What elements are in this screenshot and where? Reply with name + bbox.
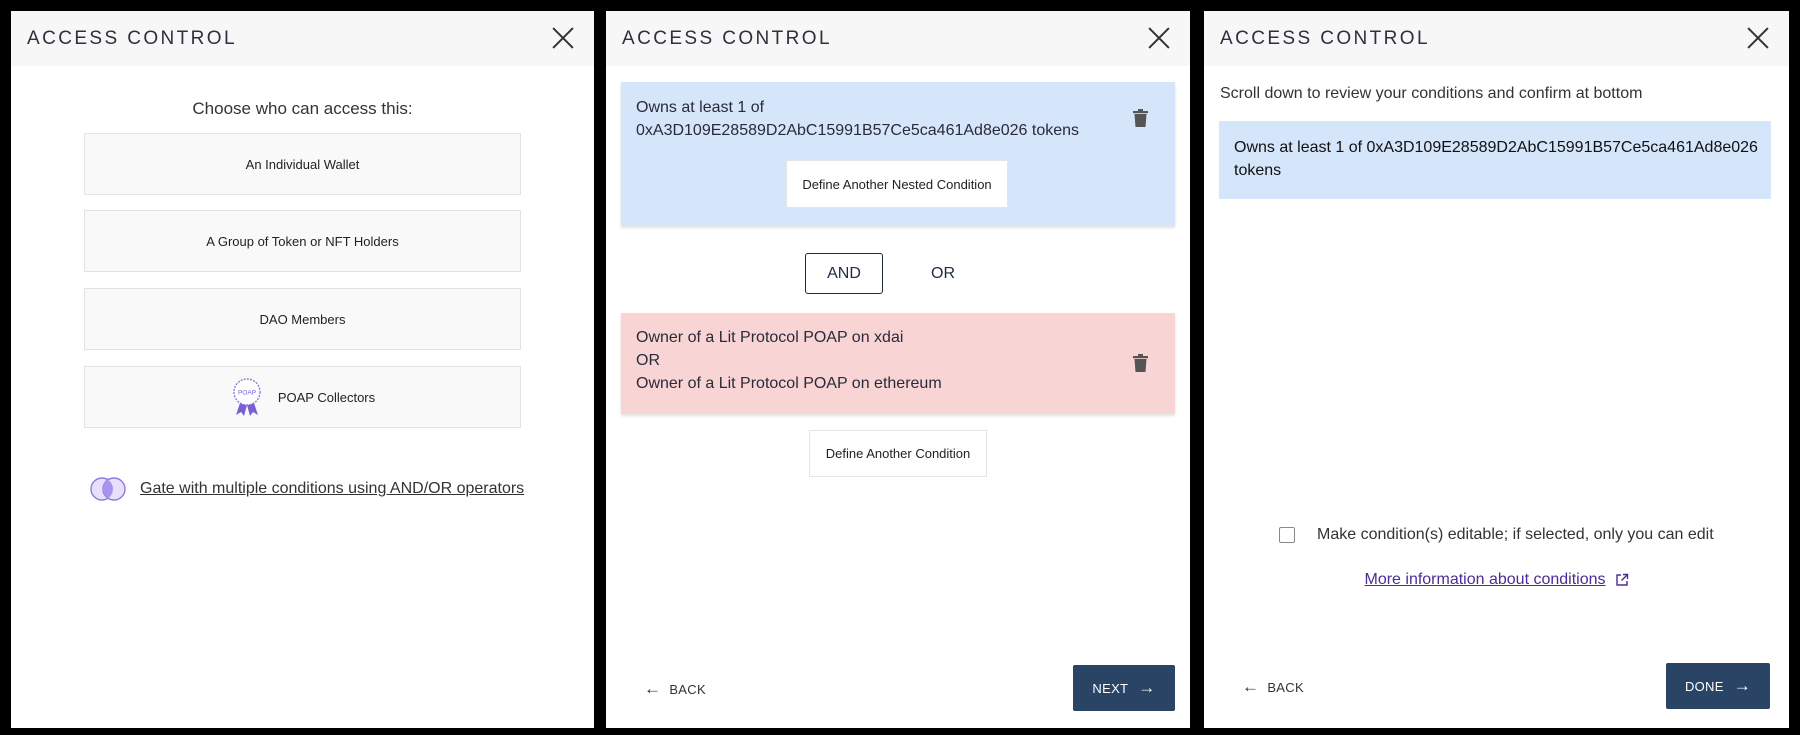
- next-label: NEXT: [1092, 680, 1129, 696]
- choose-prompt: Choose who can access this:: [192, 99, 413, 118]
- condition-text: Owner of a Lit Protocol POAP on xdai OR …: [636, 326, 942, 395]
- arrow-right-icon: →: [1138, 678, 1156, 697]
- condition-line: Owner of a Lit Protocol POAP on xdai: [636, 329, 904, 346]
- option-label: POAP Collectors: [277, 389, 376, 405]
- panel-header: ACCESS CONTROL: [1204, 11, 1789, 66]
- arrow-left-icon: ←: [1242, 677, 1260, 696]
- done-button[interactable]: DONE →: [1666, 663, 1770, 709]
- condition-group-poap: Owner of a Lit Protocol POAP on xdai OR …: [621, 313, 1175, 414]
- condition-line: Owner of a Lit Protocol POAP on ethereum: [636, 375, 942, 392]
- token-nft-holders-button[interactable]: A Group of Token or NFT Holders: [84, 210, 521, 272]
- condition-text: Owns at least 1 of 0xA3D109E28589D2AbC15…: [636, 96, 1079, 142]
- condition-review-text: Owns at least 1 of 0xA3D109E28589D2AbC15…: [1234, 139, 1758, 179]
- or-operator-button[interactable]: OR: [918, 253, 968, 294]
- option-label: A Group of Token or NFT Holders: [206, 233, 399, 249]
- option-label: An Individual Wallet: [245, 156, 360, 172]
- back-label: BACK: [1267, 679, 1304, 695]
- define-nested-condition-button[interactable]: Define Another Nested Condition: [786, 160, 1008, 208]
- condition-line: 0xA3D109E28589D2AbC15991B57Ce5ca461Ad8e0…: [636, 122, 1080, 139]
- trash-icon[interactable]: [1132, 108, 1149, 128]
- close-icon[interactable]: [552, 27, 574, 49]
- panel-title: ACCESS CONTROL: [27, 28, 237, 49]
- condition-line: Owns at least 1 of: [636, 99, 765, 116]
- close-icon[interactable]: [1747, 27, 1769, 49]
- close-icon[interactable]: [1148, 27, 1170, 49]
- access-control-panel-review: ACCESS CONTROL Scroll down to review you…: [1204, 11, 1789, 728]
- condition-line: OR: [636, 352, 660, 369]
- more-info-link[interactable]: More information about conditions: [1364, 571, 1605, 589]
- poap-badge-icon: POAP: [233, 378, 261, 416]
- back-button[interactable]: ← BACK: [1242, 677, 1304, 697]
- poap-collectors-button[interactable]: POAP POAP Collectors: [84, 366, 521, 428]
- arrow-right-icon: →: [1733, 676, 1752, 695]
- gate-multiple-conditions[interactable]: Gate with multiple conditions using AND/…: [90, 476, 524, 502]
- individual-wallet-button[interactable]: An Individual Wallet: [84, 133, 521, 195]
- access-control-panel-conditions: ACCESS CONTROL Owns at least 1 of 0xA3D1…: [606, 11, 1190, 728]
- panel-header: ACCESS CONTROL: [606, 11, 1190, 66]
- next-button[interactable]: NEXT →: [1073, 665, 1175, 711]
- review-hint: Scroll down to review your conditions an…: [1220, 85, 1643, 102]
- panel-header: ACCESS CONTROL: [11, 11, 594, 66]
- done-label: DONE: [1684, 678, 1724, 694]
- editable-option: Make condition(s) editable; if selected,…: [1279, 526, 1714, 544]
- back-label: BACK: [669, 681, 706, 697]
- dao-members-button[interactable]: DAO Members: [84, 288, 521, 350]
- external-link-icon[interactable]: [1615, 573, 1629, 587]
- panel-title: ACCESS CONTROL: [1220, 28, 1430, 49]
- panel-title: ACCESS CONTROL: [622, 28, 832, 49]
- access-control-panel-choose: ACCESS CONTROL Choose who can access thi…: [11, 11, 594, 728]
- trash-icon[interactable]: [1132, 353, 1149, 373]
- option-label: DAO Members: [259, 311, 346, 327]
- define-another-condition-button[interactable]: Define Another Condition: [809, 430, 987, 477]
- and-operator-button[interactable]: AND: [805, 253, 883, 294]
- gate-link[interactable]: Gate with multiple conditions using AND/…: [140, 480, 524, 498]
- arrow-left-icon: ←: [644, 679, 662, 698]
- condition-review-box: Owns at least 1 of 0xA3D109E28589D2AbC15…: [1219, 121, 1771, 199]
- back-button[interactable]: ← BACK: [644, 679, 706, 699]
- poap-badge-text: POAP: [238, 390, 256, 397]
- info-row: More information about conditions: [1204, 571, 1789, 589]
- condition-group-token: Owns at least 1 of 0xA3D109E28589D2AbC15…: [621, 82, 1175, 226]
- venn-icon: [90, 477, 126, 501]
- editable-label: Make condition(s) editable; if selected,…: [1317, 526, 1714, 543]
- editable-checkbox[interactable]: [1279, 527, 1295, 543]
